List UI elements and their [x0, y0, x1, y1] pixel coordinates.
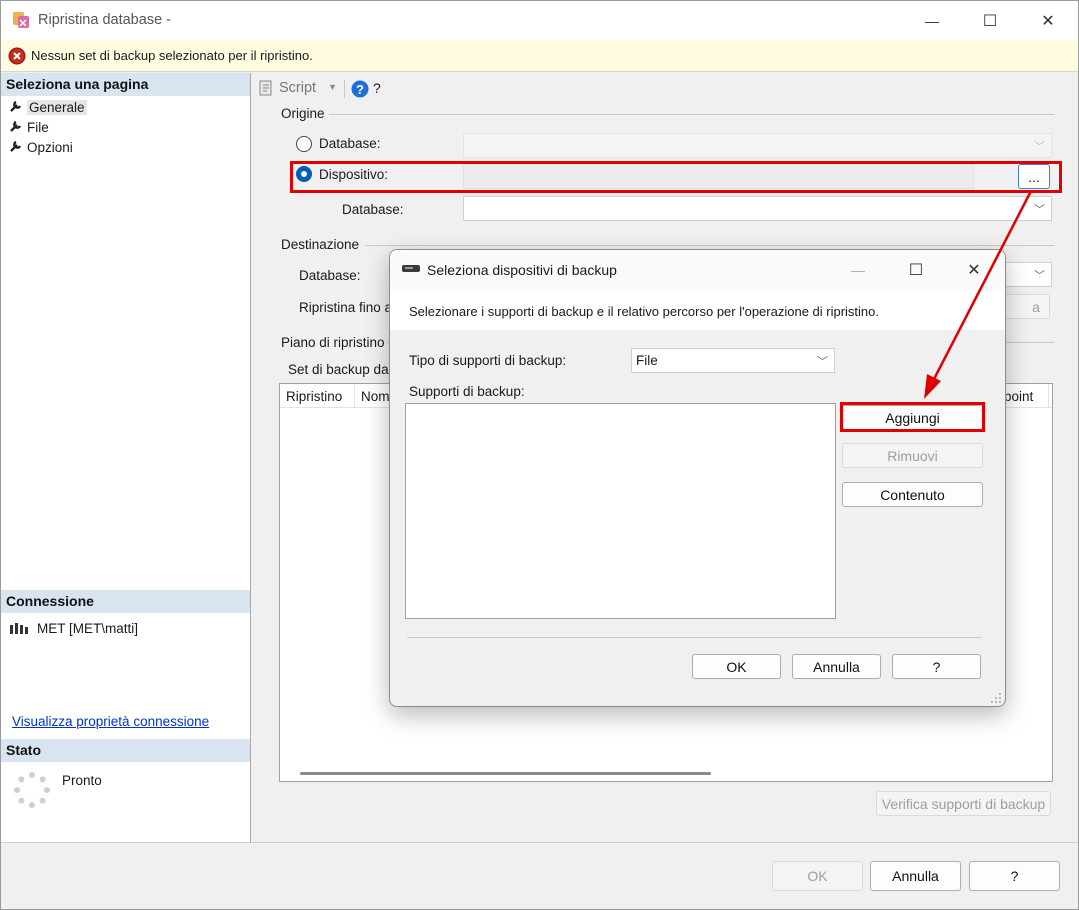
contents-button[interactable]: Contenuto [842, 482, 983, 507]
wrench-icon [9, 99, 27, 116]
script-icon [259, 80, 272, 96]
database-radio[interactable] [296, 136, 312, 152]
dialog-maximize-button[interactable]: ☐ [893, 250, 939, 290]
close-button[interactable]: ✕ [1025, 1, 1071, 40]
error-icon [8, 47, 26, 65]
add-button-highlight [840, 402, 985, 432]
maximize-button[interactable]: ☐ [967, 1, 1013, 40]
page-item-label: Opzioni [27, 140, 73, 155]
wrench-icon [9, 139, 27, 156]
error-bar: Nessun set di backup selezionato per il … [1, 40, 1078, 72]
dialog-help-button[interactable]: ? [892, 654, 981, 679]
status-header: Stato [1, 739, 250, 762]
left-pane: Seleziona una pagina Generale File Opzio… [1, 73, 251, 842]
backup-media-list[interactable] [405, 403, 836, 619]
toolbar-separator [344, 80, 345, 98]
select-backup-devices-dialog: Seleziona dispositivi di backup — ☐ ✕ Se… [389, 249, 1006, 707]
restore-to-label: Ripristina fino a [299, 300, 393, 315]
connection-properties-link[interactable]: Visualizza proprietà connessione [12, 714, 209, 729]
chevron-down-icon: ﹀ [817, 356, 828, 368]
title-bar: Ripristina database - — ☐ ✕ [1, 1, 1078, 40]
help-button[interactable]: ? [373, 80, 381, 96]
page-item-label: File [27, 120, 49, 135]
footer: OK Annulla ? [1, 842, 1078, 909]
backup-sets-label: Set di backup da [288, 362, 389, 377]
minimize-button[interactable]: — [909, 1, 955, 40]
source-database-label: Database: [342, 202, 404, 217]
device-highlight [290, 161, 1062, 193]
dialog-close-button[interactable]: ✕ [951, 250, 997, 290]
progress-spinner-icon [14, 772, 50, 808]
page-item-label: Generale [27, 100, 87, 115]
backup-device-icon [402, 265, 420, 272]
dialog-title: Seleziona dispositivi di backup [427, 262, 617, 278]
chevron-down-icon: ﹀ [1034, 204, 1045, 216]
page-item-opzioni[interactable]: Opzioni [9, 138, 73, 157]
column-header-point[interactable]: point [1004, 389, 1033, 404]
help-footer-button[interactable]: ? [969, 861, 1060, 891]
status-value: Pronto [62, 773, 102, 788]
wrench-icon [9, 119, 27, 136]
dialog-title-bar: Seleziona dispositivi di backup — ☐ ✕ [390, 250, 1005, 290]
connection-icon [10, 623, 28, 634]
script-dropdown-icon[interactable]: ▼ [328, 82, 337, 92]
dialog-ok-button[interactable]: OK [692, 654, 781, 679]
dialog-description: Selezionare i supporti di backup e il re… [409, 304, 880, 319]
svg-text:?: ? [356, 82, 364, 97]
source-database-combo[interactable]: ﹀ [463, 133, 1052, 158]
connection-header: Connessione [1, 590, 250, 613]
device-database-combo[interactable]: ﹀ [463, 196, 1052, 221]
source-group-label: Origine [281, 106, 325, 121]
page-item-file[interactable]: File [9, 118, 49, 137]
remove-button[interactable]: Rimuovi [842, 443, 983, 468]
page-item-generale[interactable]: Generale [9, 98, 87, 117]
app-icon [13, 12, 29, 28]
column-divider [354, 384, 355, 408]
help-icon[interactable]: ? [351, 80, 369, 98]
horizontal-scrollbar[interactable] [300, 772, 711, 775]
destination-database-label: Database: [299, 268, 361, 283]
media-type-combo[interactable]: File ﹀ [631, 348, 835, 373]
column-header-ripristino[interactable]: Ripristino [286, 389, 342, 404]
media-type-value: File [636, 353, 658, 368]
ok-button[interactable]: OK [772, 861, 863, 891]
dialog-cancel-button[interactable]: Annulla [792, 654, 881, 679]
window-title: Ripristina database - [38, 12, 171, 28]
chevron-down-icon: ﹀ [1034, 270, 1045, 282]
connection-value: MET [MET\matti] [37, 621, 139, 636]
media-type-label: Tipo di supporti di backup: [409, 353, 567, 368]
database-radio-label: Database: [319, 136, 381, 151]
dialog-separator [407, 637, 981, 638]
backup-media-label: Supporti di backup: [409, 384, 525, 399]
timeline-button-label: a [1032, 298, 1040, 315]
verify-media-button[interactable]: Verifica supporti di backup [876, 791, 1051, 816]
chevron-down-icon: ﹀ [1034, 141, 1045, 153]
script-button[interactable]: Script [279, 80, 316, 96]
restore-plan-group-label: Piano di ripristino [281, 335, 385, 350]
destination-group-label: Destinazione [281, 237, 360, 252]
destination-group-line [365, 245, 1054, 246]
dialog-description-area: Selezionare i supporti di backup e il re… [390, 290, 1005, 330]
cancel-button[interactable]: Annulla [870, 861, 961, 891]
source-group-line [329, 114, 1054, 115]
column-divider [1048, 384, 1049, 408]
select-page-header: Seleziona una pagina [1, 73, 250, 96]
error-message: Nessun set di backup selezionato per il … [31, 48, 313, 63]
dialog-minimize-button[interactable]: — [835, 250, 881, 290]
resize-grip-icon[interactable] [990, 692, 1002, 704]
